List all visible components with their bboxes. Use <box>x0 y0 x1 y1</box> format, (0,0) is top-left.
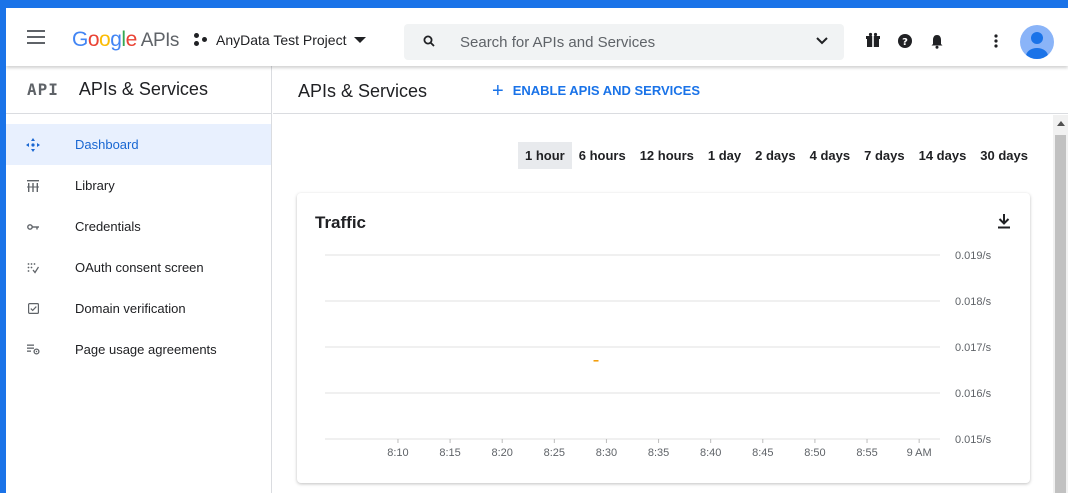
x-tick-label: 8:35 <box>648 447 669 459</box>
chart-title: Traffic <box>315 213 367 232</box>
account-avatar[interactable] <box>1020 25 1054 59</box>
caret-down-icon <box>354 37 367 43</box>
more-vert-icon[interactable] <box>988 33 1004 49</box>
sidebar-item-label: Credentials <box>75 219 141 234</box>
x-tick-label: 8:30 <box>596 447 617 459</box>
api-logo-icon: API <box>27 80 59 99</box>
gift-icon[interactable] <box>865 32 881 48</box>
scroll-up-arrow-icon[interactable] <box>1057 121 1065 126</box>
logo-google-text: Google <box>72 28 137 51</box>
checkbox-icon <box>25 301 41 317</box>
sidebar-title: APIs & Services <box>78 79 208 99</box>
time-range-2-days[interactable]: 2 days <box>748 142 802 169</box>
library-icon <box>25 178 41 194</box>
scrollbar-thumb[interactable] <box>1055 135 1066 493</box>
google-apis-logo[interactable]: Google APIs <box>72 28 179 52</box>
consent-icon <box>25 260 41 276</box>
x-tick-label: 8:15 <box>439 447 460 459</box>
x-tick-label: 8:40 <box>700 447 721 459</box>
traffic-card: 0.019/s 0.018/s 0.017/s 0.016/s 0.015/s 8:10 8… <box>297 193 1030 483</box>
sidebar-nav: Dashboard Library Credentials OAuth cons… <box>6 114 271 370</box>
time-range-12-hours[interactable]: 12 hours <box>633 142 701 169</box>
search-input[interactable] <box>460 24 790 60</box>
help-icon[interactable]: ? <box>897 33 913 49</box>
key-icon <box>25 219 41 235</box>
vertical-scrollbar[interactable] <box>1053 115 1068 493</box>
sidebar-item-page-usage[interactable]: Page usage agreements <box>6 329 271 370</box>
sidebar-item-oauth-consent[interactable]: OAuth consent screen <box>6 247 271 288</box>
sidebar-item-label: OAuth consent screen <box>75 260 204 275</box>
settings-list-icon <box>25 342 41 358</box>
x-tick-label: 9 AM <box>907 447 932 459</box>
time-range-1-hour[interactable]: 1 hour <box>518 142 572 169</box>
main-header: APIs & Services + ENABLE APIS AND SERVIC… <box>273 66 1068 114</box>
traffic-chart: 0.019/s 0.018/s 0.017/s 0.016/s 0.015/s 8:10 8… <box>325 250 992 459</box>
chevron-down-icon[interactable] <box>816 37 828 45</box>
enable-apis-button[interactable]: + ENABLE APIS AND SERVICES <box>492 79 701 102</box>
person-icon <box>1026 32 1048 59</box>
sidebar-header: API APIs & Services <box>6 66 271 114</box>
y-tick-label: 0.018/s <box>955 296 992 308</box>
sidebar-item-label: Library <box>75 178 115 193</box>
time-range-selector: 1 hour 6 hours 12 hours 1 day 2 days 4 d… <box>518 142 1035 169</box>
dashboard-icon <box>25 137 41 153</box>
y-tick-label: 0.017/s <box>955 342 992 354</box>
y-tick-label: 0.016/s <box>955 388 992 400</box>
page-title: APIs & Services <box>298 81 428 101</box>
top-bar: Google APIs AnyData Test Project Search … <box>6 8 1068 66</box>
time-range-4-days[interactable]: 4 days <box>803 142 857 169</box>
project-icon <box>194 33 210 47</box>
y-tick-label: 0.019/s <box>955 250 992 262</box>
time-range-6-hours[interactable]: 6 hours <box>572 142 633 169</box>
svg-text:?: ? <box>902 37 908 48</box>
search-icon <box>423 35 435 47</box>
sidebar: API APIs & Services Dashboard Library Cr… <box>6 66 272 493</box>
project-selector[interactable]: AnyData Test Project <box>194 32 367 48</box>
x-tick-label: 8:10 <box>387 447 408 459</box>
enable-apis-label: ENABLE APIS AND SERVICES <box>512 83 701 98</box>
sidebar-item-domain-verification[interactable]: Domain verification <box>6 288 271 329</box>
time-range-7-days[interactable]: 7 days <box>857 142 911 169</box>
notifications-bell-icon[interactable] <box>929 33 945 49</box>
logo-apis-text: APIs <box>140 30 180 51</box>
sidebar-item-credentials[interactable]: Credentials <box>6 206 271 247</box>
sidebar-item-label: Dashboard <box>75 137 139 152</box>
download-icon[interactable] <box>998 213 1010 229</box>
time-range-14-days[interactable]: 14 days <box>912 142 974 169</box>
sidebar-item-label: Page usage agreements <box>75 342 217 357</box>
sidebar-item-dashboard[interactable]: Dashboard <box>6 124 271 165</box>
time-range-1-day[interactable]: 1 day <box>701 142 748 169</box>
sidebar-item-library[interactable]: Library <box>6 165 271 206</box>
x-tick-label: 8:45 <box>752 447 773 459</box>
project-name: AnyData Test Project <box>216 32 347 48</box>
sidebar-item-label: Domain verification <box>75 301 186 316</box>
hamburger-menu-icon[interactable] <box>27 30 45 44</box>
x-tick-label: 8:55 <box>856 447 877 459</box>
y-tick-label: 0.015/s <box>955 434 992 446</box>
x-tick-label: 8:50 <box>804 447 825 459</box>
time-range-30-days[interactable]: 30 days <box>973 142 1035 169</box>
x-tick-label: 8:25 <box>544 447 565 459</box>
app-window: Google APIs AnyData Test Project Search … <box>6 8 1068 493</box>
plus-icon: + <box>492 79 504 102</box>
search-box[interactable] <box>404 24 844 60</box>
x-tick-label: 8:20 <box>491 447 512 459</box>
main-content: 1 hour 6 hours 12 hours 1 day 2 days 4 d… <box>273 115 1053 493</box>
